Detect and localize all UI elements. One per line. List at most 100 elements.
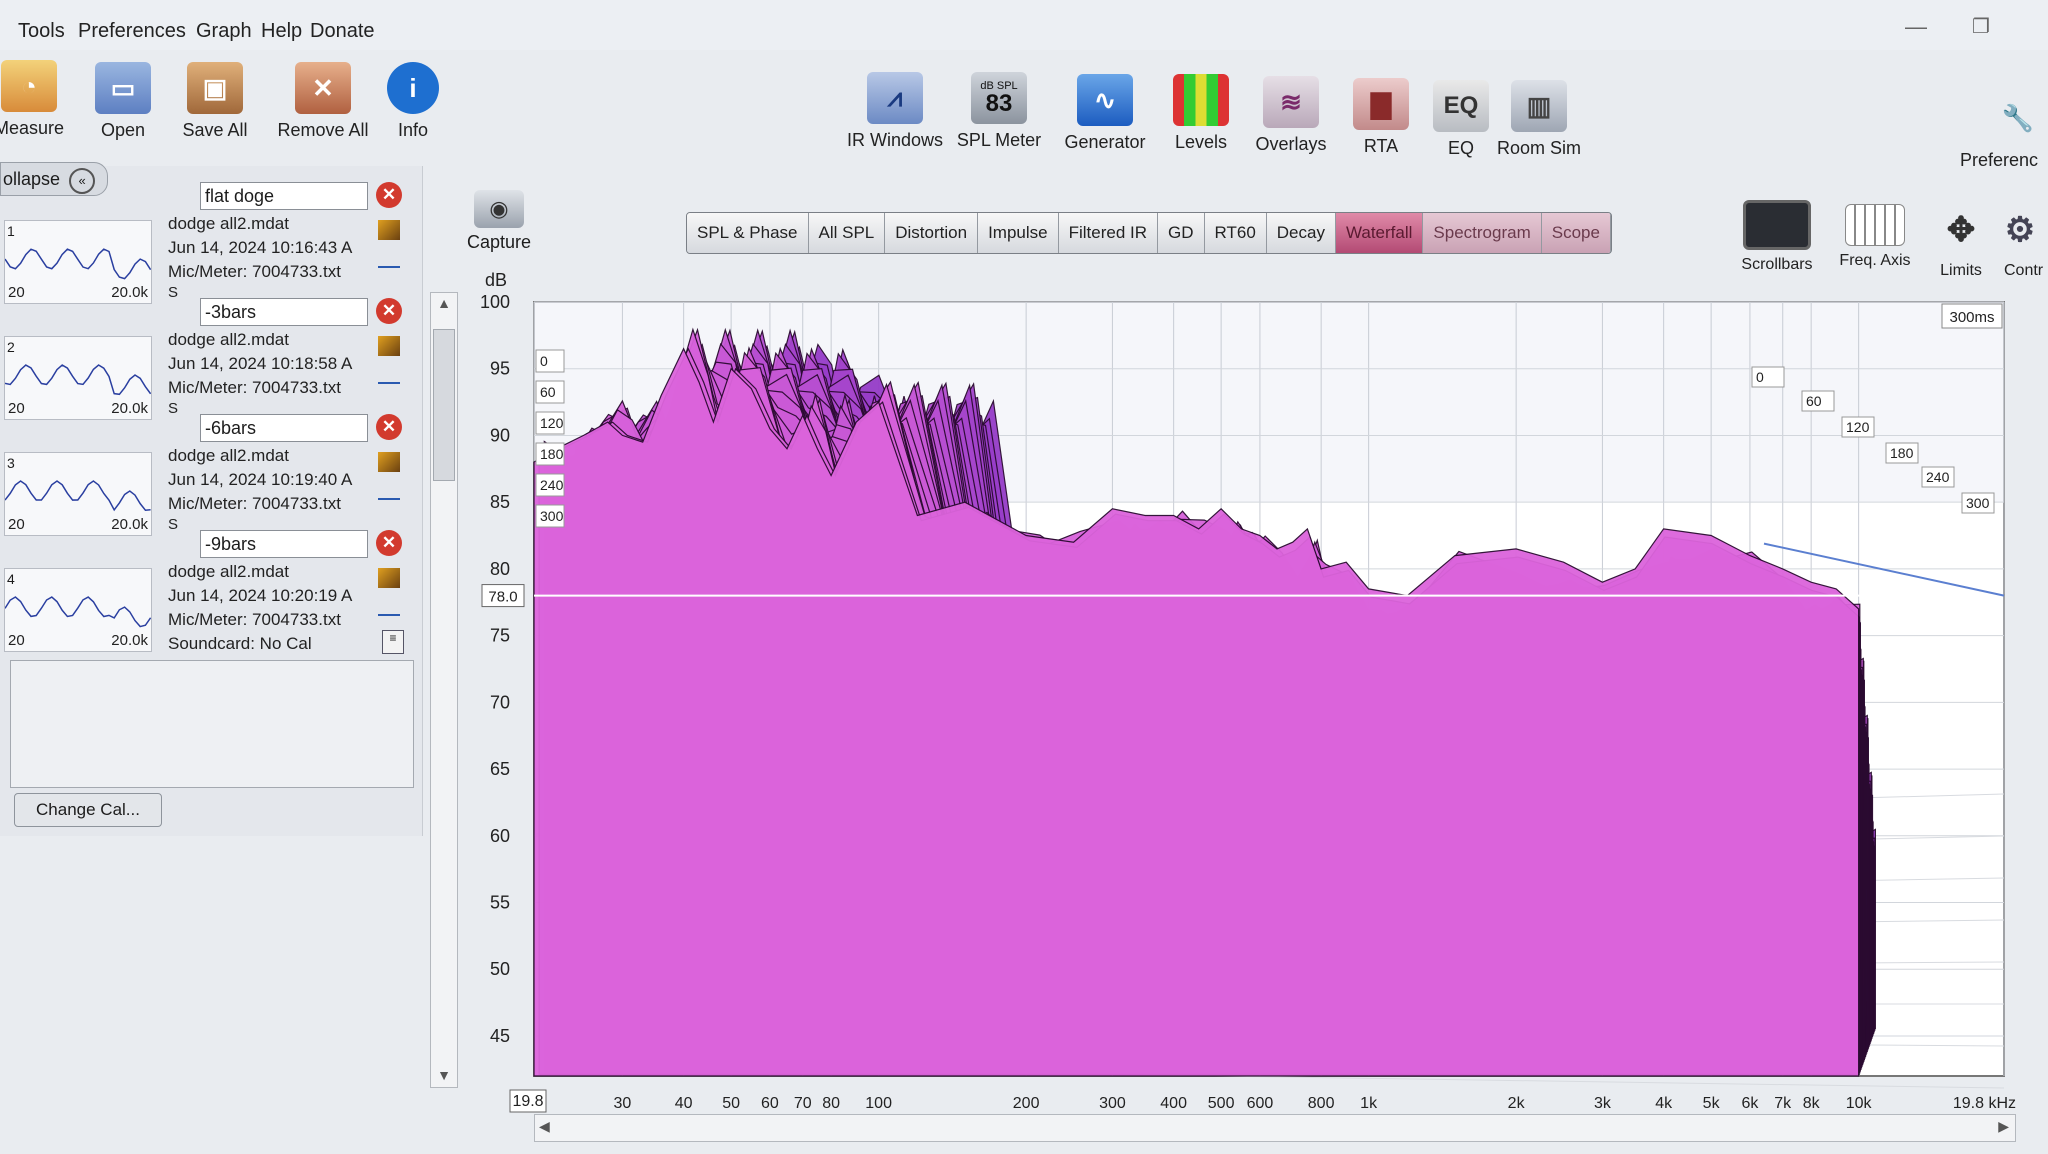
tab-waterfall[interactable]: Waterfall xyxy=(1335,213,1424,253)
room-sim-button[interactable]: ▥ Room Sim xyxy=(1484,80,1594,159)
delete-measurement-icon[interactable]: ✕ xyxy=(376,414,402,440)
y-tick-label: 100 xyxy=(480,292,510,312)
measurement-card[interactable]: -3bars ✕ 2 20 20.0k dodge all2.mdat Jun … xyxy=(0,298,418,420)
x-tick-label: 19.8 xyxy=(512,1093,543,1110)
controls-button[interactable]: ⚙ Contr xyxy=(1982,204,2048,280)
capture-button[interactable]: ◉ Capture xyxy=(466,190,532,253)
x-tick-label: 8k xyxy=(1803,1095,1821,1112)
scroll-down-icon[interactable]: ▼ xyxy=(431,1067,457,1083)
x-tick-label: 2k xyxy=(1508,1095,1526,1112)
tab-scope[interactable]: Scope xyxy=(1541,213,1611,253)
x-tick-label: 40 xyxy=(675,1095,693,1112)
time-slice-label: 120 xyxy=(540,415,564,431)
menu-graph[interactable]: Graph xyxy=(196,20,252,43)
generator-button[interactable]: ∿ Generator xyxy=(1050,74,1160,153)
edit-notes-icon[interactable] xyxy=(378,478,400,500)
measurement-thumbnail[interactable]: 4 20 20.0k xyxy=(4,568,152,652)
time-slice-back-label: 180 xyxy=(1890,445,1914,461)
menu-donate[interactable]: Donate xyxy=(310,20,375,43)
tab-decay[interactable]: Decay xyxy=(1266,213,1336,253)
delete-measurement-icon[interactable]: ✕ xyxy=(376,530,402,556)
measurement-mic: Mic/Meter: 7004733.txt xyxy=(168,262,341,281)
time-slice-back-label: 60 xyxy=(1806,393,1822,409)
measurement-name-field[interactable]: -3bars xyxy=(200,298,368,326)
scroll-left-icon[interactable]: ◀ xyxy=(539,1118,550,1135)
soundcard-cal-icon[interactable]: ≡ xyxy=(382,630,404,654)
scroll-right-icon[interactable]: ▶ xyxy=(1998,1118,2009,1135)
limits-icon: ✥ xyxy=(1946,211,1976,249)
measurement-thumbnail[interactable]: 3 20 20.0k xyxy=(4,452,152,536)
tab-spectrogram[interactable]: Spectrogram xyxy=(1423,213,1542,253)
time-slice-back-label: 0 xyxy=(1756,369,1764,385)
measurement-date: Jun 14, 2024 10:19:40 A xyxy=(168,470,353,489)
time-slice-back-label: 240 xyxy=(1926,469,1950,485)
measurement-card[interactable]: -6bars ✕ 3 20 20.0k dodge all2.mdat Jun … xyxy=(0,414,418,536)
tab-gd[interactable]: GD xyxy=(1158,213,1205,253)
x-tick-label: 19.8 kHz xyxy=(1953,1095,2016,1112)
measurement-card[interactable]: -9bars ✕ 4 20 20.0k dodge all2.mdat Jun … xyxy=(0,530,418,653)
x-tick-label: 60 xyxy=(761,1095,779,1112)
generator-icon: ∿ xyxy=(1077,74,1133,126)
tab-all-spl[interactable]: All SPL xyxy=(808,213,886,253)
menu-help[interactable]: Help xyxy=(261,20,302,43)
measurement-mic: Mic/Meter: 7004733.txt xyxy=(168,610,341,629)
mic-cal-icon[interactable] xyxy=(378,220,400,240)
mic-cal-icon[interactable] xyxy=(378,336,400,356)
measurement-name-field[interactable]: -6bars xyxy=(200,414,368,442)
edit-notes-icon[interactable] xyxy=(378,362,400,384)
x-tick-label: 1k xyxy=(1360,1095,1378,1112)
measure-icon: ◔ xyxy=(1,60,57,112)
x-tick-label: 600 xyxy=(1247,1095,1274,1112)
time-slice-label: 300 xyxy=(540,508,564,524)
thumbnail-curve xyxy=(5,248,151,280)
y-tick-label: 90 xyxy=(490,425,510,445)
mic-cal-icon[interactable] xyxy=(378,452,400,472)
x-tick-label: 400 xyxy=(1160,1095,1187,1112)
menu-bar xyxy=(0,0,2048,50)
tab-impulse[interactable]: Impulse xyxy=(978,213,1059,253)
preferences-button[interactable]: 🔧 Preferenc xyxy=(1960,92,2048,171)
measurement-mic: Mic/Meter: 7004733.txt xyxy=(168,378,341,397)
waterfall-chart[interactable]: 100 95 90 85 80 75 70 65 60 55 50 45 78.0 19.8 30 40 50 6… xyxy=(480,270,2018,1113)
mic-cal-icon[interactable] xyxy=(378,568,400,588)
measurement-date: Jun 14, 2024 10:16:43 A xyxy=(168,238,353,257)
thumbnail-min-freq: 20 xyxy=(8,632,25,649)
y-tick-label: 45 xyxy=(490,1026,510,1046)
measurement-name-field[interactable]: flat doge xyxy=(200,182,368,210)
restore-icon[interactable]: ❐ xyxy=(1972,14,1990,39)
time-slice-back-label: 120 xyxy=(1846,419,1870,435)
measurement-name-field[interactable]: -9bars xyxy=(200,530,368,558)
edit-notes-icon[interactable] xyxy=(378,246,400,268)
time-range-label: 300ms xyxy=(1949,309,1994,326)
empty-measurement-area xyxy=(10,660,414,788)
tab-distortion[interactable]: Distortion xyxy=(885,213,979,253)
measurement-thumbnail[interactable]: 2 20 20.0k xyxy=(4,336,152,420)
tab-filtered-ir[interactable]: Filtered IR xyxy=(1058,213,1159,253)
ir-windows-button[interactable]: ⩘ IR Windows xyxy=(840,72,950,151)
delete-measurement-icon[interactable]: ✕ xyxy=(376,298,402,324)
scrollbars-button[interactable]: Scrollbars xyxy=(1722,200,1832,274)
measurement-mic: Mic/Meter: 7004733.txt xyxy=(168,494,341,513)
horizontal-scrollbar[interactable]: ◀ ▶ xyxy=(534,1114,2016,1142)
levels-icon xyxy=(1173,74,1229,126)
change-cal-button[interactable]: Change Cal... xyxy=(14,793,162,827)
scroll-up-icon[interactable]: ▲ xyxy=(431,295,457,311)
edit-notes-icon[interactable] xyxy=(378,594,400,616)
menu-preferences[interactable]: Preferences xyxy=(78,20,186,43)
vertical-scrollbar[interactable]: ▲ ▼ xyxy=(430,292,458,1088)
measurement-thumbnail[interactable]: 1 20 20.0k xyxy=(4,220,152,304)
tab-spl-phase[interactable]: SPL & Phase xyxy=(687,213,809,253)
save-all-button[interactable]: ▣ Save All xyxy=(160,62,270,141)
menu-tools[interactable]: Tools xyxy=(18,20,65,43)
x-tick-label: 5k xyxy=(1703,1095,1721,1112)
minimize-icon[interactable]: — xyxy=(1905,14,1927,40)
scroll-thumb[interactable] xyxy=(433,329,455,481)
tab-rt60[interactable]: RT60 xyxy=(1204,213,1267,253)
measurement-card[interactable]: flat doge ✕ 1 20 20.0k dodge all2.mdat J… xyxy=(0,182,418,304)
room-sim-icon: ▥ xyxy=(1511,80,1567,132)
spl-meter-button[interactable]: dB SPL 83 SPL Meter xyxy=(944,72,1054,151)
y-tick-label: 70 xyxy=(490,692,510,712)
graph-tabs: SPL & Phase All SPL Distortion Impulse Filte… xyxy=(686,212,1612,254)
info-button[interactable]: i Info xyxy=(358,62,468,141)
delete-measurement-icon[interactable]: ✕ xyxy=(376,182,402,208)
